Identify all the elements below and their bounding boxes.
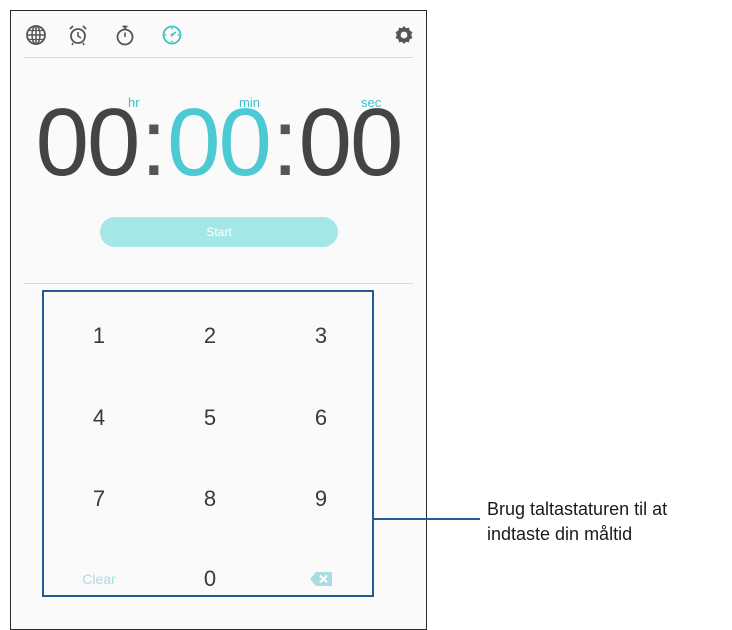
timer-display: 00:00:00 [11, 95, 426, 191]
timer-icon[interactable] [161, 24, 183, 46]
callout-line-2: indtaste din måltid [487, 524, 633, 544]
callout-connector-line [374, 518, 480, 520]
numeric-keypad: 1 2 3 4 5 6 7 8 9 Clear 0 [42, 290, 374, 597]
callout-annotation: Brug taltastaturen til at indtaste din m… [487, 497, 732, 547]
key-3[interactable]: 3 [266, 306, 376, 366]
hours-value[interactable]: 00 [36, 89, 141, 196]
backspace-icon[interactable] [266, 549, 376, 609]
key-1[interactable]: 1 [44, 306, 154, 366]
key-8[interactable]: 8 [155, 469, 265, 529]
minutes-value[interactable]: 00 [167, 89, 272, 196]
key-0[interactable]: 0 [155, 549, 265, 609]
key-4[interactable]: 4 [44, 388, 154, 448]
clear-button[interactable]: Clear [44, 549, 154, 609]
start-button[interactable]: Start [100, 217, 338, 247]
callout-line-1: Brug taltastaturen til at [487, 499, 668, 519]
globe-icon[interactable] [25, 24, 47, 46]
key-2[interactable]: 2 [155, 306, 265, 366]
key-9[interactable]: 9 [266, 469, 376, 529]
stopwatch-icon[interactable] [114, 24, 136, 46]
alarm-clock-icon[interactable] [67, 24, 89, 46]
seconds-value[interactable]: 00 [299, 89, 404, 196]
key-5[interactable]: 5 [155, 388, 265, 448]
time-separator: : [140, 89, 167, 196]
key-7[interactable]: 7 [44, 469, 154, 529]
keypad-divider [24, 283, 413, 284]
key-6[interactable]: 6 [266, 388, 376, 448]
header-divider [24, 57, 413, 58]
time-separator: : [271, 89, 299, 196]
tab-bar [11, 11, 426, 59]
gear-icon[interactable] [393, 24, 415, 46]
